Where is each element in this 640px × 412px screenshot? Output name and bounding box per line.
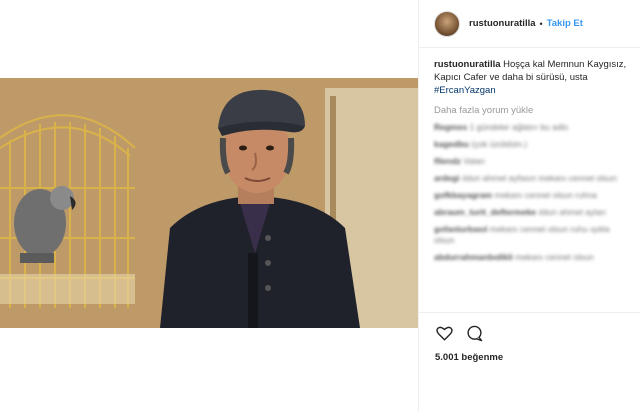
comment-item: abdurrahmanbıdikli mekanı cennet olsun: [434, 252, 630, 263]
comment-username[interactable]: gofkbayagram: [434, 190, 492, 200]
comment-icon[interactable]: [465, 324, 483, 342]
comment-username[interactable]: Regmes: [434, 122, 467, 132]
media-panel: [0, 0, 418, 412]
comment-item: gofanlurbasıl mekanı cennet olsun ruhu ı…: [434, 224, 630, 246]
comment-list: Regmes 1 gündeler ağlatırı bu adlo kaged…: [434, 122, 630, 263]
comment-username[interactable]: abraum_turit_deftermeke: [434, 207, 536, 217]
post-caption: rustuonuratilla Hoşça kal Memnun Kaygısı…: [434, 58, 630, 97]
comment-text: ıldun ahmet ayfasın mekanı cennet olsun: [461, 173, 617, 183]
post-video[interactable]: [0, 78, 418, 328]
comment-username[interactable]: kagedbu: [434, 139, 469, 149]
load-more-comments-button[interactable]: Daha fazla yorum yükle: [434, 105, 630, 116]
comment-text: 1 gündeler ağlatırı bu adlo: [469, 122, 569, 132]
caption-username[interactable]: rustuonuratilla: [434, 59, 501, 70]
comment-item: abraum_turit_deftermeke ıldun ahmet ayla…: [434, 207, 630, 218]
comment-text: Vatan: [463, 156, 485, 166]
comment-item: Regmes 1 gündeler ağlatırı bu adlo: [434, 122, 630, 133]
follow-button[interactable]: Takip Et: [547, 18, 583, 29]
comment-text: (çok üzüldüm.): [471, 139, 528, 149]
header-separator: •: [539, 18, 543, 29]
comment-username[interactable]: abdurrahmanbıdikli: [434, 252, 513, 262]
comment-item: gofkbayagram mekanı cennet olsun ruhna: [434, 190, 630, 201]
comment-item: fllendz Vatan: [434, 156, 630, 167]
comment-username[interactable]: fllendz: [434, 156, 461, 166]
caption-hashtag[interactable]: #ErcanYazgan: [434, 85, 496, 96]
post-header: rustuonuratilla • Takip Et: [419, 0, 640, 48]
comment-text: mekanı cennet olsun: [515, 252, 594, 262]
comment-username[interactable]: gofanlurbasıl: [434, 224, 487, 234]
video-frame-illustration: [0, 78, 418, 328]
comment-username[interactable]: ardegi: [434, 173, 460, 183]
heart-icon[interactable]: [435, 324, 453, 342]
post-sidebar: rustuonuratilla • Takip Et rustuonuratil…: [418, 0, 640, 412]
comment-item: kagedbu (çok üzüldüm.): [434, 139, 630, 150]
likes-count[interactable]: 5.001 beğenme: [435, 352, 640, 363]
action-icons: [435, 323, 640, 343]
comment-text: mekanı cennet olsun ruhna: [494, 190, 598, 200]
comments-section: rustuonuratilla Hoşça kal Memnun Kaygısı…: [434, 58, 630, 269]
header-username[interactable]: rustuonuratilla: [469, 18, 536, 29]
comment-item: ardegi ıldun ahmet ayfasın mekanı cennet…: [434, 173, 630, 184]
post-actions: 5.001 beğenme: [419, 312, 640, 363]
avatar[interactable]: [434, 10, 460, 37]
instagram-post: rustuonuratilla • Takip Et rustuonuratil…: [0, 0, 640, 412]
comment-text: ıldun ahmet ayları: [538, 207, 606, 217]
